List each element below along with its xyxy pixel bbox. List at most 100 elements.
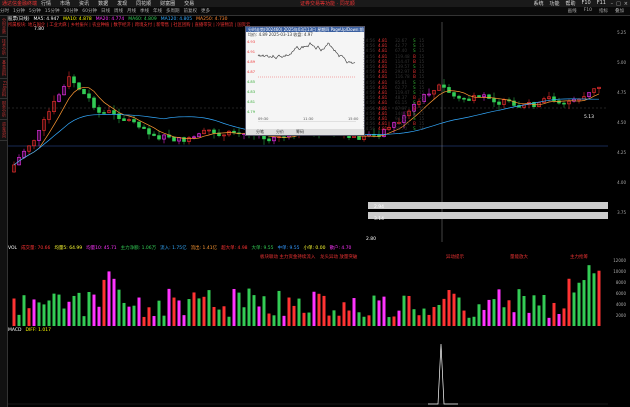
toolbar-item[interactable]: 季线 bbox=[140, 8, 149, 14]
toolbar-item[interactable]: 月线 bbox=[127, 8, 136, 14]
left-tab[interactable]: 财务分析 bbox=[0, 99, 8, 121]
menu-right-item[interactable]: F11 bbox=[597, 0, 606, 7]
toolbar-item[interactable]: 日线 bbox=[101, 8, 110, 14]
candle-body bbox=[497, 101, 501, 105]
left-tab[interactable]: 技术分析 bbox=[0, 37, 8, 58]
tick-cell: 14:56 bbox=[363, 126, 376, 132]
toolbar-item[interactable]: 前复权 bbox=[183, 8, 197, 14]
popup-time-label: 11:30 bbox=[303, 117, 314, 121]
indicator-chart[interactable] bbox=[8, 334, 608, 406]
toolbar-right-group: 画线 F10 指标 叠加 bbox=[568, 8, 628, 14]
candle-body bbox=[457, 95, 461, 99]
volume-bar bbox=[317, 293, 321, 326]
candle-body bbox=[562, 102, 566, 105]
volume-bar bbox=[452, 293, 456, 326]
toolbar-item[interactable]: 分时 bbox=[0, 8, 9, 14]
volume-bar bbox=[537, 305, 541, 326]
high-price-label: 7.80 bbox=[34, 26, 44, 32]
candle-body bbox=[552, 96, 556, 102]
tab-chips[interactable]: 筹码 bbox=[296, 129, 304, 135]
volume-stat: 大单: 9.55 bbox=[251, 246, 274, 251]
menu-center-notice[interactable]: 证券交易等功能 · 同花顺 bbox=[300, 0, 355, 7]
toolbar-item[interactable]: 15分钟 bbox=[45, 8, 60, 14]
volume-bar bbox=[272, 315, 276, 326]
menu-right-item[interactable]: F10 bbox=[582, 0, 591, 7]
app-logo: 通达信金融终端 bbox=[2, 1, 38, 7]
toolbar-item[interactable]: 周线 bbox=[114, 8, 123, 14]
ma120-value: MA120: 4.805 bbox=[160, 16, 193, 22]
popup-window[interactable]: 分时走势(002460) 2025年03月13日 星期四 PageUp/Down… bbox=[245, 26, 424, 136]
candle-body bbox=[137, 121, 141, 128]
last-price-label: 5.13 bbox=[584, 114, 594, 120]
volume-bar bbox=[67, 301, 71, 326]
volume-bar bbox=[557, 313, 561, 326]
volume-bar bbox=[342, 302, 346, 326]
candle-body bbox=[487, 94, 491, 99]
volume-bar bbox=[577, 282, 581, 326]
indicator-spike-line bbox=[428, 343, 458, 405]
left-tab[interactable]: F10资料 bbox=[0, 79, 8, 100]
menu-item[interactable]: 行情 bbox=[41, 0, 51, 7]
volume-label[interactable]: VOL bbox=[8, 246, 17, 251]
volume-bar bbox=[512, 312, 516, 326]
tab-price[interactable]: 分价 bbox=[276, 129, 284, 135]
popup-time-label: 09:30 bbox=[258, 117, 269, 121]
menu-item[interactable]: 市场 bbox=[60, 0, 70, 7]
left-tab[interactable]: 资金流向 bbox=[0, 120, 8, 142]
toolbar-item[interactable]: 年线 bbox=[153, 8, 162, 14]
toolbar-item[interactable]: 60分钟 bbox=[82, 8, 97, 14]
volume-axis-label: 6000 bbox=[615, 291, 626, 296]
toolbar-right-item[interactable]: 画线 bbox=[568, 8, 577, 14]
volume-bar bbox=[92, 294, 96, 326]
left-tab[interactable]: 基本资料 bbox=[0, 58, 8, 79]
volume-bar bbox=[172, 297, 176, 326]
toolbar-right-item[interactable]: 指标 bbox=[599, 8, 608, 14]
left-tab-rail: 分时走势 技术分析 基本资料 F10资料 财务分析 资金流向 bbox=[0, 16, 8, 407]
volume-bar bbox=[507, 300, 511, 326]
popup-axis-label: 4.89 bbox=[247, 60, 256, 64]
price-axis-label: 4.75 bbox=[617, 90, 626, 95]
ma60-value: MA60: 4.809 bbox=[128, 16, 157, 22]
volume-bar bbox=[337, 315, 341, 326]
menu-item[interactable]: 资讯 bbox=[79, 0, 89, 7]
marker-label: 2.94 bbox=[374, 204, 384, 210]
intraday-mini-chart[interactable]: 4.93 4.91 4.89 4.87 4.85 4.83 4.81 4.7909:30 11:… bbox=[246, 37, 363, 122]
volume-chart[interactable] bbox=[8, 258, 608, 326]
menu-item[interactable]: 交易 bbox=[184, 0, 194, 7]
candle-body bbox=[172, 136, 176, 142]
tab-tick[interactable]: 分笔 bbox=[256, 129, 264, 135]
volume-bar bbox=[542, 294, 546, 326]
menu-right-item[interactable]: 功能 bbox=[549, 0, 559, 7]
toolbar-item[interactable]: 30分钟 bbox=[63, 8, 78, 14]
volume-bar bbox=[277, 290, 281, 326]
volume-bar bbox=[502, 307, 506, 326]
price-axis-label: 3.75 bbox=[617, 210, 626, 215]
toolbar-item[interactable]: 5分钟 bbox=[29, 8, 41, 14]
toolbar-item[interactable]: 更多 bbox=[201, 8, 210, 14]
popup-axis-label: 4.87 bbox=[247, 70, 255, 74]
volume-bar bbox=[292, 305, 296, 326]
indicator-name[interactable]: MACD bbox=[8, 328, 22, 333]
candle-body bbox=[357, 135, 361, 140]
volume-bar bbox=[492, 299, 496, 326]
candle-body bbox=[157, 135, 161, 140]
menu-item[interactable]: 财富圈 bbox=[160, 0, 175, 7]
left-tab[interactable]: 分时走势 bbox=[0, 16, 8, 37]
menu-item[interactable]: 发现 bbox=[117, 0, 127, 7]
volume-bar bbox=[42, 304, 46, 326]
toolbar-right-item[interactable]: F10 bbox=[584, 8, 592, 14]
volume-bar bbox=[362, 316, 366, 326]
candle-body bbox=[442, 84, 446, 88]
volume-stat: 中单: 9.55 bbox=[277, 246, 300, 251]
menu-right-item[interactable]: 帮助 bbox=[565, 0, 575, 7]
candle-body bbox=[97, 107, 101, 113]
volume-bar bbox=[222, 306, 226, 326]
toolbar-right-item[interactable]: 叠加 bbox=[615, 8, 624, 14]
menu-item[interactable]: 同花顺 bbox=[136, 0, 151, 7]
menu-right-item[interactable]: 系统 bbox=[533, 0, 543, 7]
volume-stat: 流出: 1.41亿 bbox=[190, 246, 218, 251]
menu-item[interactable]: 数据 bbox=[98, 0, 108, 7]
toolbar-item[interactable]: 1分钟 bbox=[13, 8, 25, 14]
volume-info-line: VOL 成交量: 70.66 均量5: 64.99 均量10: 45.71 主力净额: … bbox=[8, 245, 351, 252]
toolbar-item[interactable]: 多周期 bbox=[166, 8, 180, 14]
